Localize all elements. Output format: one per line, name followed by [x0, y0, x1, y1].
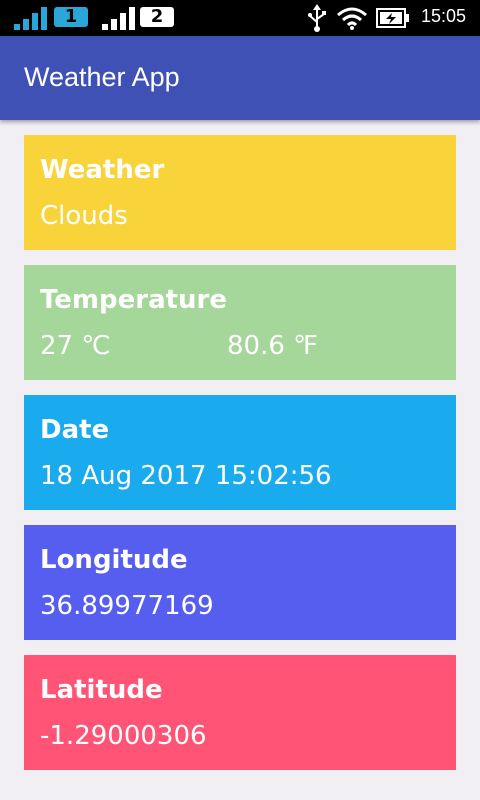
battery-charging-icon	[376, 8, 409, 28]
status-bar: 1 2 15:05	[0, 0, 480, 36]
app-bar: Weather App	[0, 36, 480, 120]
temperature-card: Temperature 27 ℃ 80.6 ℉	[24, 265, 456, 380]
status-clock: 15:05	[420, 6, 466, 26]
longitude-card: Longitude 36.89977169	[24, 525, 456, 640]
longitude-value: 36.89977169	[40, 591, 214, 621]
latitude-value: -1.29000306	[40, 721, 207, 751]
card-title: Longitude	[40, 545, 188, 575]
weather-value: Clouds	[40, 201, 128, 231]
card-title: Temperature	[40, 285, 228, 315]
usb-icon	[308, 4, 326, 32]
date-value: 18 Aug 2017 15:02:56	[40, 461, 332, 491]
temperature-fahrenheit: 80.6 ℉	[227, 331, 318, 361]
latitude-card: Latitude -1.29000306	[24, 655, 456, 770]
signal-icon	[102, 7, 135, 30]
app-title: Weather App	[24, 62, 180, 92]
wifi-icon	[337, 7, 367, 30]
card-title: Latitude	[40, 675, 163, 705]
sim1-badge: 1	[54, 7, 88, 27]
sim2-badge: 2	[140, 7, 174, 27]
card-title: Date	[40, 415, 110, 445]
signal-icon	[14, 7, 47, 30]
temperature-celsius: 27 ℃	[40, 331, 111, 361]
card-title: Weather	[40, 155, 165, 185]
weather-card: Weather Clouds	[24, 135, 456, 250]
date-card: Date 18 Aug 2017 15:02:56	[24, 395, 456, 510]
